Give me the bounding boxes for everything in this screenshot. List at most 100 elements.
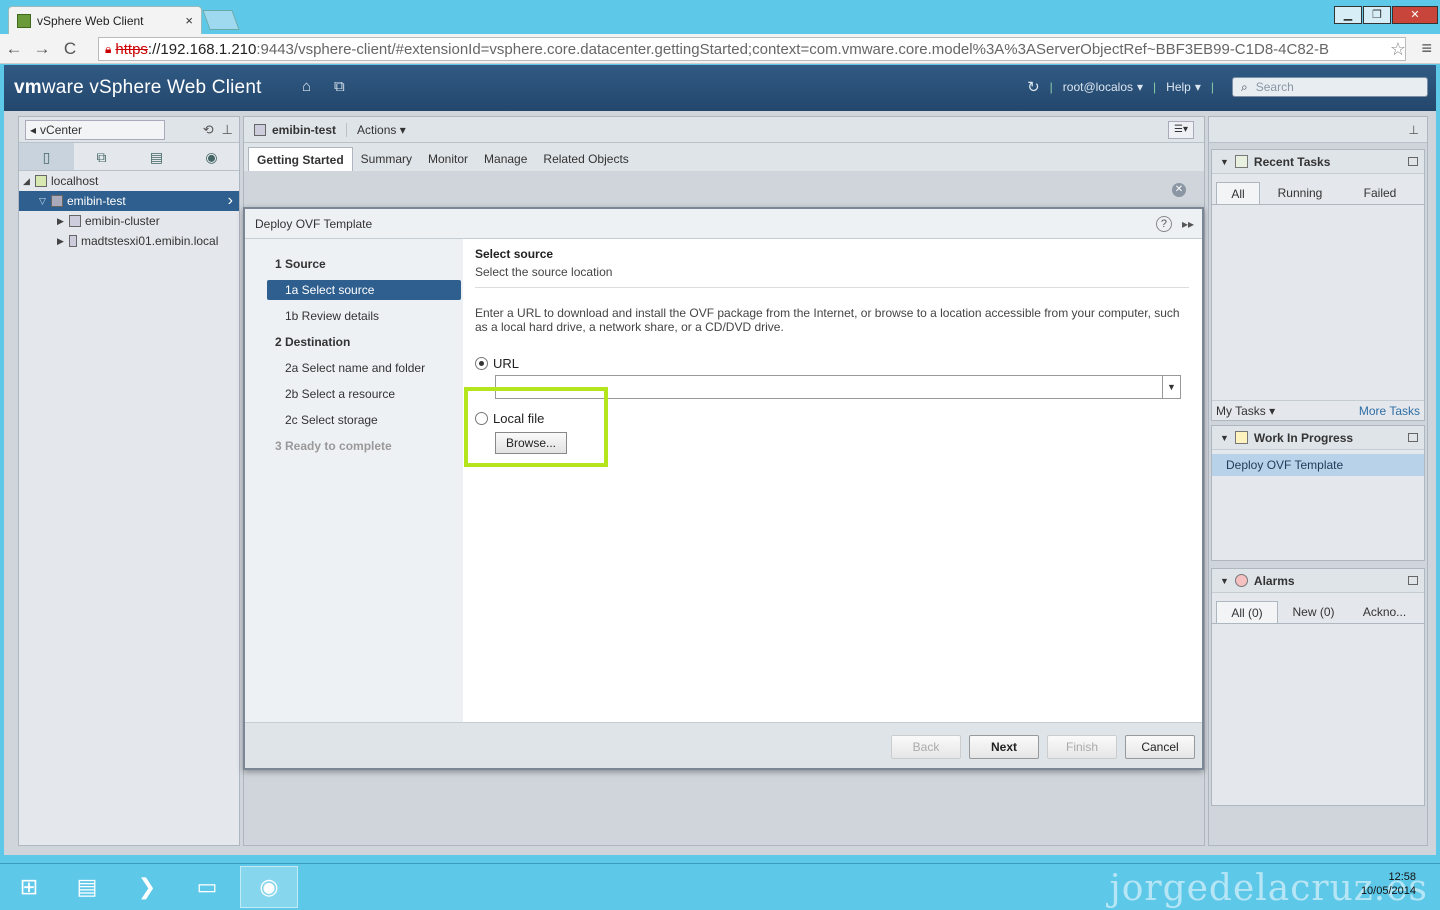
forward-arrow-icon[interactable]: → [28,39,56,59]
step-review-details[interactable]: 1b Review details [245,303,463,329]
step-source: 1 Source [275,257,326,271]
finish-button[interactable]: Finish [1047,735,1117,759]
step-select-storage[interactable]: 2c Select storage [245,407,463,433]
minimize-icon[interactable] [1408,576,1418,585]
user-menu-caret-icon[interactable]: ▾ [1137,80,1143,94]
tree-item-cluster[interactable]: ▶ emibin-cluster [19,211,239,231]
back-arrow-icon[interactable]: ← [0,39,28,59]
dropdown-arrow-icon[interactable]: ▼ [1162,376,1180,398]
help-menu[interactable]: Help [1166,80,1191,94]
tab-related-objects[interactable]: Related Objects [535,147,636,171]
vms-templates-tab-icon[interactable]: ⧉ [74,143,129,170]
new-tab-button[interactable] [202,10,240,30]
collapse-triangle-icon[interactable]: ▼ [1220,433,1229,443]
pin-icon[interactable]: ⊥ [222,122,233,138]
close-icon[interactable]: ✕ [1172,183,1186,197]
expand-icon[interactable]: ▸▸ [1182,217,1194,231]
dialog-footer: Back Next Finish Cancel [245,722,1202,768]
tab-acknowledged-alarms[interactable]: Ackno... [1349,601,1420,623]
step-destination: 2 Destination [275,335,351,349]
tab-new-alarms[interactable]: New (0) [1278,601,1349,623]
step-select-source[interactable]: 1a Select source [267,280,461,300]
home-icon[interactable]: ⌂ [302,78,311,95]
close-window-button[interactable]: ✕ [1392,6,1438,24]
expand-twisty-icon[interactable]: ▽ [39,196,51,207]
tab-monitor[interactable]: Monitor [420,147,476,171]
highlight-box [464,387,608,467]
expand-twisty-icon[interactable]: ◢ [23,176,35,187]
recent-tasks-header[interactable]: ▼ Recent Tasks [1212,150,1424,174]
step-ready-to-complete: 3 Ready to complete [275,439,392,453]
back-chevron-icon: ◂ [30,122,37,137]
expand-twisty-icon[interactable]: ▶ [57,216,69,227]
url-radio[interactable] [475,357,488,370]
windows-start-icon[interactable]: ⊞ [0,866,58,908]
collapse-triangle-icon[interactable]: ▼ [1220,576,1229,586]
networking-tab-icon[interactable]: ◉ [184,143,239,170]
bookmark-star-icon[interactable]: ☆ [1390,39,1406,60]
browser-menu-icon[interactable]: ≡ [1421,38,1432,59]
server-manager-icon[interactable]: ▤ [58,866,116,908]
tab-manage[interactable]: Manage [476,147,535,171]
my-tasks-menu[interactable]: My Tasks ▾ [1216,404,1275,418]
help-icon[interactable]: ? [1155,215,1172,232]
powershell-icon[interactable]: ❯ [118,866,176,908]
minimize-button[interactable]: ▁ [1334,6,1362,24]
work-in-progress-header[interactable]: ▼ Work In Progress [1212,426,1424,450]
url-option[interactable]: URL [475,356,1189,371]
tab-all-alarms[interactable]: All (0) [1216,601,1278,623]
chrome-icon[interactable]: ◉ [240,866,298,908]
cancel-button[interactable]: Cancel [1125,735,1195,759]
dialog-titlebar: Deploy OVF Template ? ▸▸ [245,209,1202,239]
hosts-clusters-tab-icon[interactable]: ▯ [19,143,74,170]
tree-item-datacenter[interactable]: ▽ emibin-test › [19,191,239,211]
more-tasks-link[interactable]: More Tasks [1359,404,1420,418]
alarms-header[interactable]: ▼ Alarms [1212,569,1424,593]
expand-twisty-icon[interactable]: ▶ [57,236,69,247]
file-explorer-icon[interactable]: ▭ [178,866,236,908]
url-scheme: https [115,40,148,58]
minimize-icon[interactable] [1408,433,1418,442]
header-right-tools: ↻ | root@localos ▾ | Help ▾ | ⌕ Search [1027,77,1428,97]
step-select-name-folder[interactable]: 2a Select name and folder [245,355,463,381]
vsphere-favicon-icon [17,13,31,28]
search-input[interactable]: ⌕ Search [1232,77,1428,97]
alarms-portlet: ▼ Alarms All (0) New (0) Ackno... [1211,568,1425,806]
clock-date: 10/05/2014 [1360,885,1416,897]
collapse-triangle-icon[interactable]: ▼ [1220,157,1229,167]
vcenter-back-button[interactable]: ◂ vCenter [25,119,165,140]
tab-close-icon[interactable]: × [185,13,193,28]
next-button[interactable]: Next [969,735,1039,759]
maximize-button[interactable]: ❐ [1363,6,1391,24]
tree-item-host[interactable]: ▶ madtstesxi01.emibin.local [19,231,239,251]
help-menu-caret-icon[interactable]: ▾ [1195,80,1201,94]
tab-all[interactable]: All [1216,182,1260,204]
address-bar[interactable]: 🔒︎ https ://192.168.1.210 :9443/vsphere-… [98,37,1406,61]
browser-toolbar: ← → C 🔒︎ https ://192.168.1.210 :9443/vs… [0,34,1440,64]
tab-failed[interactable]: Failed [1340,182,1420,204]
step-select-resource[interactable]: 2b Select a resource [245,381,463,407]
datacenter-icon [254,123,266,136]
reload-icon[interactable]: C [56,39,84,59]
history-icon[interactable]: ⧉ [334,78,345,95]
tab-getting-started[interactable]: Getting Started [248,147,353,171]
tree-item-localhost[interactable]: ◢ localhost [19,171,239,191]
refresh-icon[interactable]: ↻ [1027,78,1040,96]
actions-menu[interactable]: Actions ▾ [357,123,406,137]
history-icon[interactable]: ⟲ [203,122,214,138]
minimize-icon[interactable] [1408,157,1418,166]
back-button[interactable]: Back [891,735,961,759]
pin-icon[interactable]: ⊥ [1409,123,1419,137]
list-menu-icon[interactable]: ☰▾ [1168,120,1194,139]
user-menu[interactable]: root@localos [1063,80,1133,94]
browser-tab[interactable]: vSphere Web Client × [8,6,202,34]
storage-tab-icon[interactable]: ▤ [129,143,184,170]
chevron-right-icon[interactable]: › [228,192,233,210]
tab-running[interactable]: Running [1260,182,1340,204]
wip-item-deploy-ovf[interactable]: Deploy OVF Template [1212,454,1424,476]
url-option-label: URL [493,356,520,371]
tab-summary[interactable]: Summary [353,147,420,171]
recent-tasks-tabs: All Running Failed [1212,174,1424,205]
vsphere-header: vmware vSphere Web Client ⌂ ⧉ ↻ | root@l… [4,65,1436,111]
system-clock[interactable]: 12:58 10/05/2014 [1361,870,1416,898]
